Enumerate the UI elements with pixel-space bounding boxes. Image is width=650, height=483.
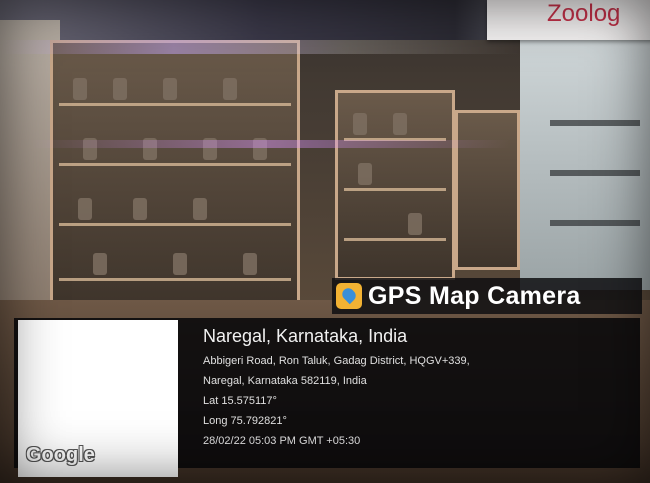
- zoology-sign-text: Zoolog: [547, 0, 621, 27]
- map-pin-icon: [336, 283, 362, 309]
- specimen-shelf-middle: [335, 90, 455, 280]
- light-glare-lower: [30, 140, 510, 148]
- glass-cabinet-right: [520, 40, 650, 290]
- photo: Zoolog GPS Map Camera Google Naregal, Ka…: [0, 0, 650, 483]
- gps-app-title-bar: GPS Map Camera: [332, 278, 642, 314]
- latitude: Lat 15.575117°: [203, 395, 277, 407]
- specimen-shelf-left: [50, 40, 300, 310]
- place-name: Naregal, Karnataka, India: [203, 326, 408, 346]
- gps-info-text: Naregal, Karnataka, India Abbigeri Road,…: [203, 326, 633, 451]
- zoology-sign: Zoolog: [487, 0, 650, 40]
- gps-app-title: GPS Map Camera: [368, 281, 581, 310]
- map-thumbnail: Google: [18, 320, 178, 477]
- address-line-1: Abbigeri Road, Ron Taluk, Gadag District…: [203, 355, 470, 367]
- light-glare: [0, 40, 520, 54]
- specimen-shelf-back: [455, 110, 520, 270]
- timestamp: 28/02/22 05:03 PM GMT +05:30: [203, 435, 361, 447]
- google-logo: Google: [26, 444, 95, 466]
- address-line-2: Naregal, Karnataka 582119, India: [203, 375, 367, 387]
- longitude: Long 75.792821°: [203, 415, 287, 427]
